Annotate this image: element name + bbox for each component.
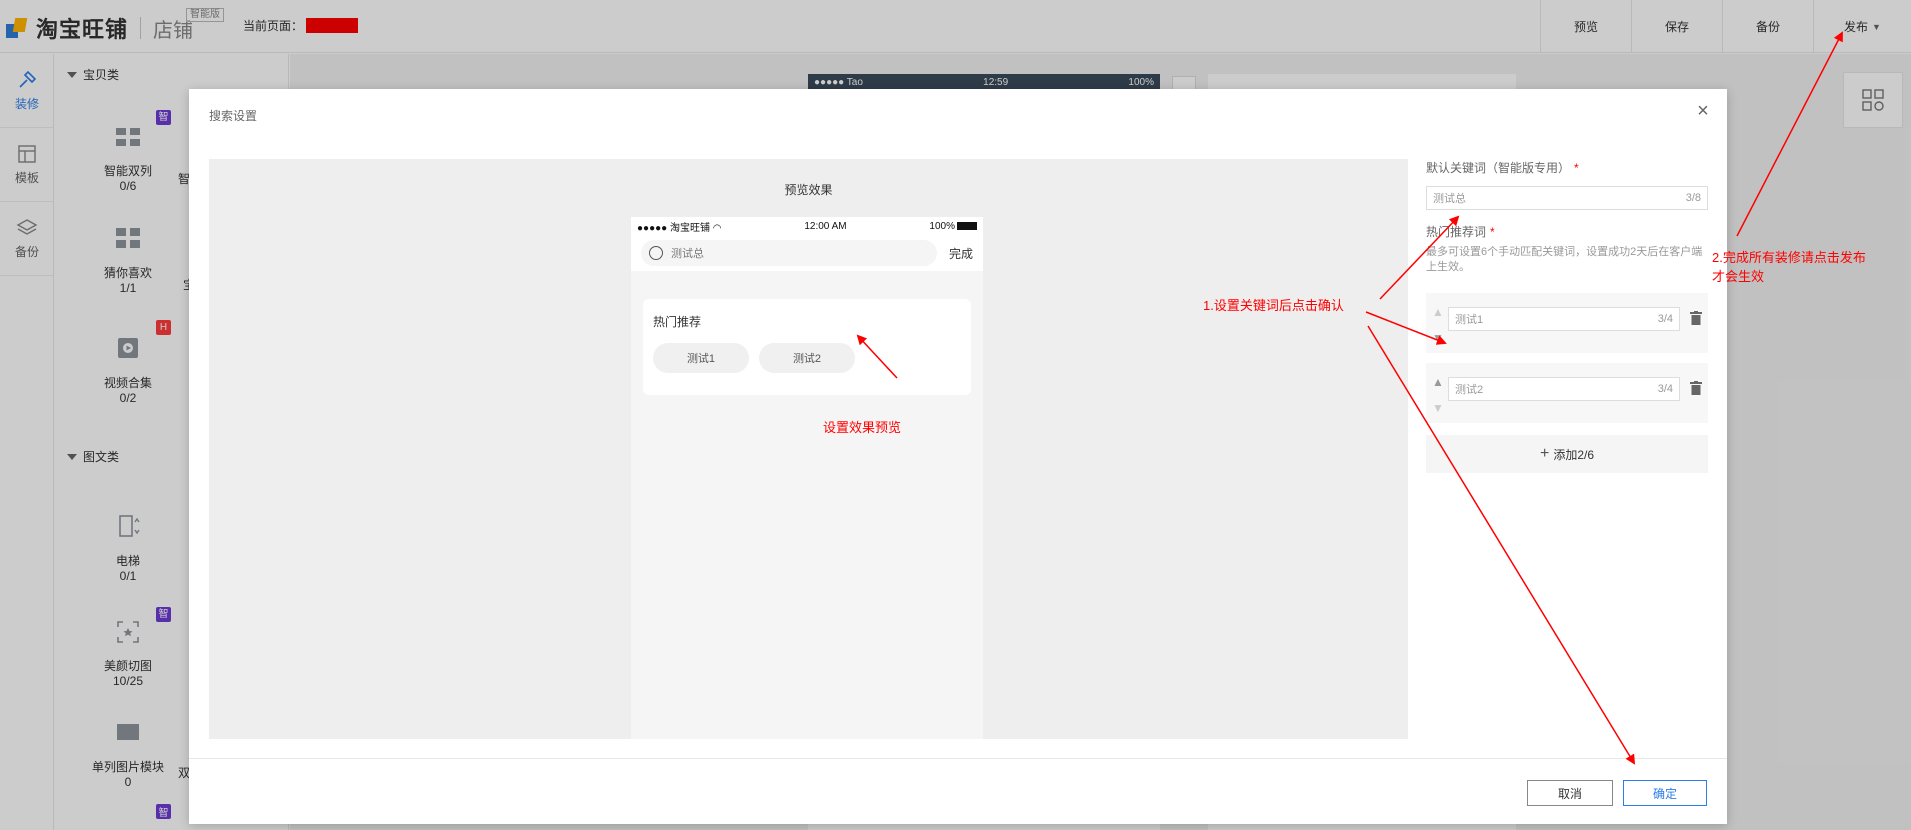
arrow-to-preview (856, 334, 898, 379)
arrow-to-confirm (1367, 325, 1636, 765)
arrow-to-default-keyword (1379, 215, 1460, 300)
arrow-to-keyword-list (1365, 311, 1447, 345)
arrow-to-publish (1736, 31, 1843, 237)
annotation-arrows (856, 31, 1843, 765)
